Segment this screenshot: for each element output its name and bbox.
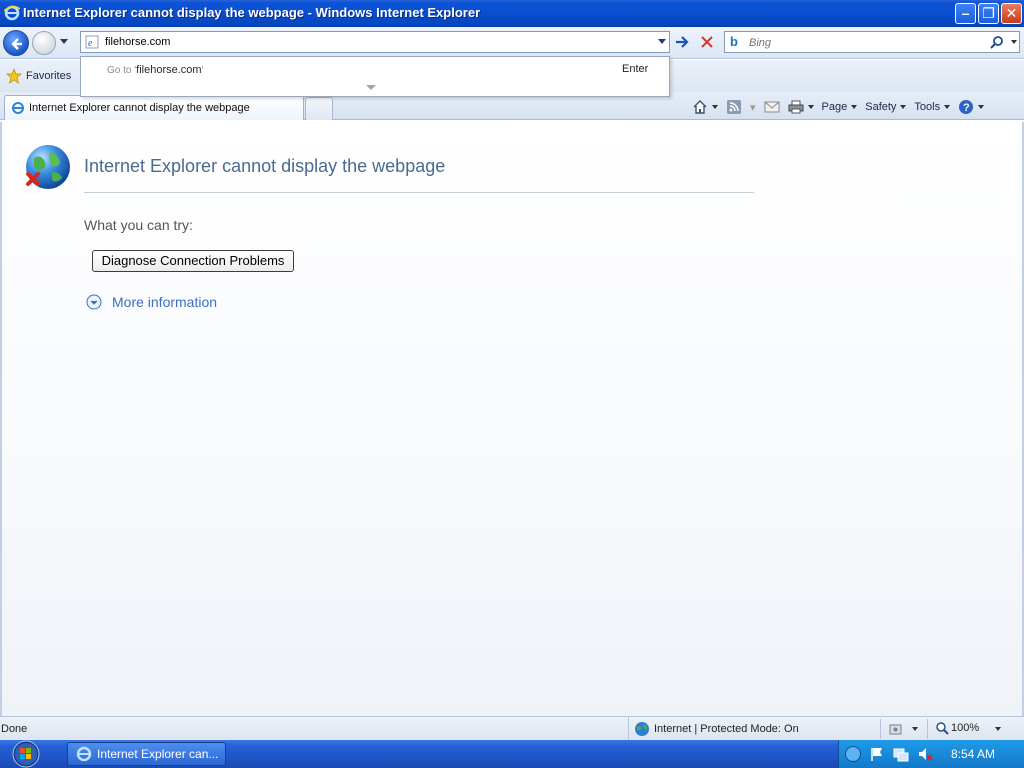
command-bar: ▾ Page Safety Tools ?	[692, 97, 992, 117]
page-menu[interactable]: Page	[822, 101, 858, 113]
favorites-button[interactable]: Favorites	[6, 67, 71, 85]
suggest-url: filehorse.com	[136, 64, 202, 76]
zoom-magnifier-icon	[936, 722, 949, 735]
zoom-control[interactable]: 100%	[935, 721, 979, 735]
page-content: Internet Explorer cannot display the web…	[0, 122, 1024, 716]
page-dropdown-icon	[851, 105, 858, 109]
favorites-label: Favorites	[26, 70, 72, 82]
more-information-label: More information	[112, 294, 218, 310]
taskbar-item-ie[interactable]: Internet Explorer can...	[67, 742, 226, 766]
print-button[interactable]	[788, 99, 814, 115]
address-bar[interactable]: e	[80, 31, 670, 53]
back-arrow-icon	[11, 38, 22, 50]
page-ie-icon: e	[85, 35, 99, 49]
restore-button[interactable]: ❐	[978, 3, 999, 24]
zoom-level: 100%	[951, 722, 980, 734]
volume-muted-icon[interactable]	[917, 746, 933, 762]
internet-zone-icon	[635, 722, 649, 736]
tools-dropdown-icon	[944, 105, 951, 109]
show-hidden-icons-icon[interactable]	[845, 746, 861, 762]
help-icon: ?	[959, 100, 974, 114]
action-center-flag-icon[interactable]	[869, 746, 885, 762]
ie-logo-icon	[4, 5, 20, 21]
enter-hint: Enter	[622, 63, 649, 75]
close-button[interactable]: ✕	[1001, 3, 1022, 24]
error-title: Internet Explorer cannot display the web…	[84, 156, 446, 176]
window-title: Internet Explorer cannot display the web…	[23, 5, 481, 20]
add-ons-dropdown-icon[interactable]	[912, 727, 918, 731]
back-button[interactable]	[3, 30, 29, 56]
minimize-icon: –	[961, 5, 970, 21]
home-dropdown-icon[interactable]	[712, 105, 718, 109]
go-to-suffix: '	[201, 65, 204, 76]
error-globe-icon	[26, 145, 70, 189]
security-zone[interactable]: Internet | Protected Mode: On	[628, 717, 799, 741]
minimize-button[interactable]: –	[955, 3, 976, 24]
what-you-can-try-label: What you can try:	[84, 217, 193, 233]
taskbar-item-label: Internet Explorer can...	[97, 747, 219, 761]
mail-button[interactable]	[764, 99, 780, 115]
system-tray: 8:54 AM	[838, 740, 1024, 768]
tab-active[interactable]: Internet Explorer cannot display the web…	[4, 95, 304, 120]
print-dropdown-icon[interactable]	[807, 105, 814, 109]
stop-icon[interactable]	[698, 33, 716, 51]
restore-icon: ❐	[982, 5, 995, 21]
tools-menu[interactable]: Tools	[914, 101, 951, 113]
svg-text:?: ?	[963, 102, 970, 114]
svg-text:e: e	[88, 38, 93, 49]
help-button[interactable]: ?	[958, 99, 985, 115]
search-input[interactable]	[749, 35, 969, 50]
add-ons-icon[interactable]	[888, 721, 904, 737]
close-icon: ✕	[1005, 5, 1018, 21]
ie-logo-icon	[76, 746, 92, 762]
network-icon[interactable]	[893, 746, 909, 762]
more-information-link[interactable]: More information	[86, 294, 217, 310]
taskbar: Internet Explorer can... 8:54 AM	[0, 740, 1024, 768]
new-tab-button[interactable]	[305, 97, 333, 120]
rss-feed-icon	[727, 100, 741, 114]
go-to-suggestion[interactable]: Go to 'filehorse.com'	[107, 64, 204, 76]
safety-dropdown-icon	[900, 105, 907, 109]
tab-label: Internet Explorer cannot display the web…	[29, 102, 250, 114]
status-separator	[880, 719, 881, 739]
go-to-prefix: Go to '	[107, 65, 137, 76]
status-bar: Done Internet | Protected Mode: On 100%	[0, 716, 1024, 741]
search-icon[interactable]	[990, 35, 1004, 49]
expand-chevron-icon	[86, 294, 102, 310]
home-icon	[693, 100, 707, 114]
favorites-star-icon	[6, 68, 22, 84]
zoom-dropdown-icon[interactable]	[995, 727, 1001, 731]
safety-menu-label: Safety	[865, 101, 897, 113]
feeds-dropdown-icon[interactable]: ▾	[750, 101, 756, 114]
address-input[interactable]	[105, 34, 645, 50]
suggestion-expand-icon[interactable]	[366, 85, 376, 90]
status-text: Done	[1, 723, 28, 735]
search-box[interactable]: b	[724, 31, 1020, 53]
help-dropdown-icon	[978, 105, 985, 109]
address-dropdown-icon[interactable]	[658, 39, 666, 44]
security-zone-label: Internet | Protected Mode: On	[654, 723, 799, 735]
page-menu-label: Page	[821, 101, 848, 113]
title-bar[interactable]: Internet Explorer cannot display the web…	[0, 0, 1024, 27]
go-arrow-icon[interactable]	[673, 33, 691, 51]
ie-window: Internet Explorer cannot display the web…	[0, 0, 1024, 741]
forward-button[interactable]	[32, 31, 56, 55]
navigation-bar: e b	[0, 27, 1024, 59]
feeds-button[interactable]	[726, 99, 742, 115]
divider	[84, 192, 754, 193]
mail-icon	[764, 101, 780, 113]
page-ie-icon	[12, 102, 24, 114]
search-options-dropdown-icon[interactable]	[1011, 40, 1017, 44]
start-button-icon[interactable]	[4, 740, 44, 768]
recent-pages-dropdown-icon[interactable]	[60, 39, 68, 44]
diagnose-connection-button[interactable]: Diagnose Connection Problems	[92, 250, 294, 272]
bing-logo-icon: b	[730, 34, 738, 49]
clock[interactable]: 8:54 AM	[951, 747, 995, 761]
home-button[interactable]	[692, 99, 718, 115]
safety-menu[interactable]: Safety	[865, 101, 907, 113]
printer-icon	[788, 100, 804, 114]
status-separator	[927, 719, 928, 739]
tools-menu-label: Tools	[914, 101, 941, 113]
address-suggestion-dropdown[interactable]: Go to 'filehorse.com' Enter	[80, 56, 670, 97]
